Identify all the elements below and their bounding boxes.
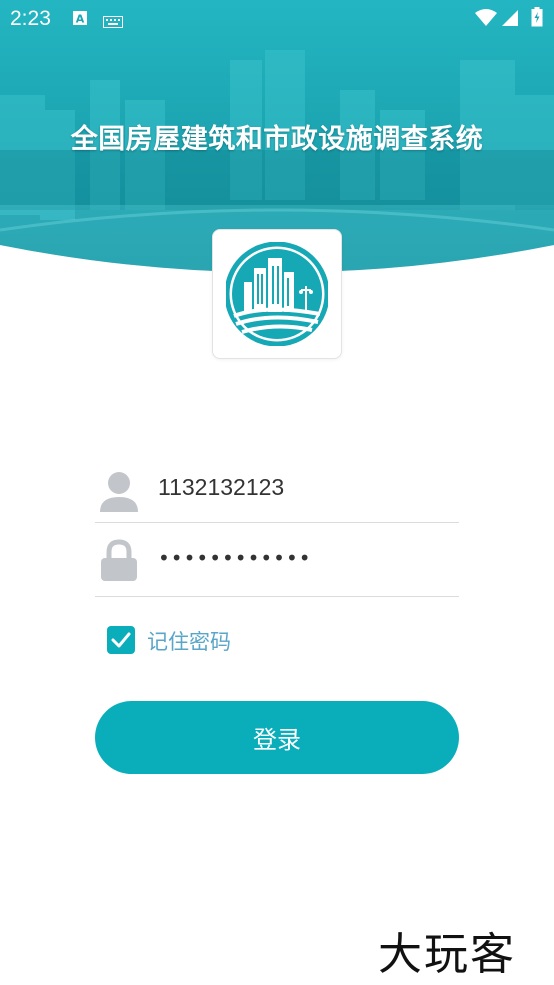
building-logo-icon [226, 242, 328, 346]
lock-icon [99, 539, 139, 587]
remember-password-checkbox[interactable] [107, 626, 135, 654]
accessibility-icon: A [72, 10, 88, 30]
user-icon [99, 470, 139, 518]
username-input[interactable]: 1132132123 [158, 474, 284, 501]
keyboard-icon [103, 13, 123, 32]
remember-password-label[interactable]: 记住密码 [147, 626, 231, 656]
status-time: 2:23 [10, 7, 51, 30]
username-field[interactable]: 1132132123 [95, 462, 459, 523]
password-input[interactable]: •••••••••••• [158, 546, 312, 570]
svg-text:A: A [76, 13, 85, 26]
login-button[interactable]: 登录 [95, 701, 459, 774]
battery-icon [531, 7, 543, 31]
status-bar: 2:23 A [0, 0, 554, 38]
password-field[interactable]: •••••••••••• [95, 536, 459, 597]
wifi-icon [475, 9, 497, 31]
app-logo [212, 229, 342, 359]
watermark-logo: 大玩客 [378, 929, 516, 980]
page-title: 全国房屋建筑和市政设施调查系统 [70, 124, 484, 155]
signal-icon [501, 9, 519, 31]
check-icon [111, 632, 131, 648]
